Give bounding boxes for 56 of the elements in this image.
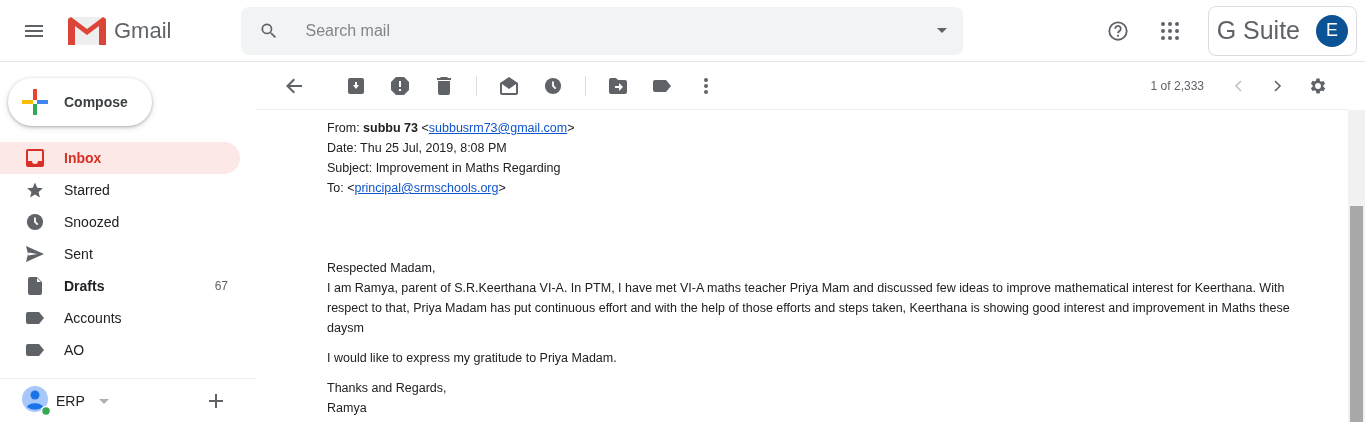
envelope-logo-icon xyxy=(68,16,106,45)
scrollbar[interactable] xyxy=(1348,110,1365,422)
scrollbar-thumb[interactable] xyxy=(1350,206,1363,422)
email-link[interactable]: principal@srmschools.org xyxy=(354,181,499,195)
body-text: I am Ramya, parent of S.R.Keerthana VI-A. In PTM, I have met VI-A maths teacher Priya Mam and discussed few ideas to improve mathematical interest for Keerthana. With respect to that, Priya Madam has put continuous effort and with the help of those efforts and steps taken, Keerthana is showing good interest and improvement in Maths these daysm xyxy=(327,280,1291,337)
label-icon xyxy=(26,312,44,324)
sidebar-item[interactable]: Inbox xyxy=(0,142,240,174)
sidebar-item[interactable]: Sent xyxy=(0,238,240,270)
label-icon xyxy=(26,344,44,356)
report-spam-icon xyxy=(391,76,409,95)
previous-icon xyxy=(1234,79,1242,92)
app-name: Gmail xyxy=(114,17,172,45)
sidebar-item[interactable]: Drafts 67 xyxy=(0,270,240,302)
clock-icon xyxy=(26,213,44,231)
sidebar-item[interactable]: Accounts xyxy=(0,302,240,334)
delete-icon xyxy=(437,76,451,95)
snooze-icon xyxy=(544,76,562,95)
item-count: 67 xyxy=(214,278,228,295)
inbox-icon xyxy=(26,149,44,167)
help-icon xyxy=(1106,19,1129,42)
sidebar-item[interactable]: AO xyxy=(0,334,240,366)
email-link[interactable]: subbusrm73@gmail.com xyxy=(428,121,568,135)
account-name: ERP xyxy=(56,391,85,411)
header-line: From: subbu 73 <subbusrm73@gmail.com> xyxy=(327,120,576,137)
caret-icon xyxy=(98,398,109,404)
compose-button[interactable]: Compose xyxy=(8,78,152,126)
caret-icon xyxy=(937,28,948,33)
header-line: Date: Thu 25 Jul, 2019, 8:08 PM xyxy=(327,140,508,157)
send-icon xyxy=(26,246,44,262)
sidebar-item[interactable]: Snoozed xyxy=(0,206,240,238)
more-icon xyxy=(704,77,708,94)
mark-unread-icon xyxy=(500,76,518,95)
body-text: I would like to express my gratitude to Priya Madam. xyxy=(327,350,618,367)
document-icon xyxy=(28,277,42,295)
star-icon xyxy=(26,181,44,199)
avatar[interactable]: E xyxy=(1316,14,1348,47)
apps-icon xyxy=(1160,21,1179,40)
label-icon xyxy=(653,79,671,92)
menu-icon xyxy=(25,24,43,37)
pager-text: 1 of 2,333 xyxy=(1150,77,1204,95)
move-icon xyxy=(609,77,627,94)
account-button[interactable]: G Suite E xyxy=(1207,5,1357,56)
body-text: Thanks and Regards, xyxy=(327,380,448,397)
header-line: Subject: Improvement in Maths Regarding xyxy=(327,160,562,177)
body-text: Ramya xyxy=(327,400,368,417)
archive-icon xyxy=(348,77,364,94)
plus-icon xyxy=(22,89,48,115)
sidebar-item[interactable]: Starred xyxy=(0,174,240,206)
body-text: Respected Madam, xyxy=(327,260,437,277)
add-icon xyxy=(209,394,223,408)
back-icon xyxy=(286,77,302,94)
search-field[interactable]: Search mail xyxy=(241,6,964,55)
brand-name: G Suite xyxy=(1216,14,1300,46)
search-input[interactable]: Search mail xyxy=(303,17,914,44)
next-icon xyxy=(1274,79,1282,92)
header-line: To: <principal@srmschools.org> xyxy=(327,180,507,197)
